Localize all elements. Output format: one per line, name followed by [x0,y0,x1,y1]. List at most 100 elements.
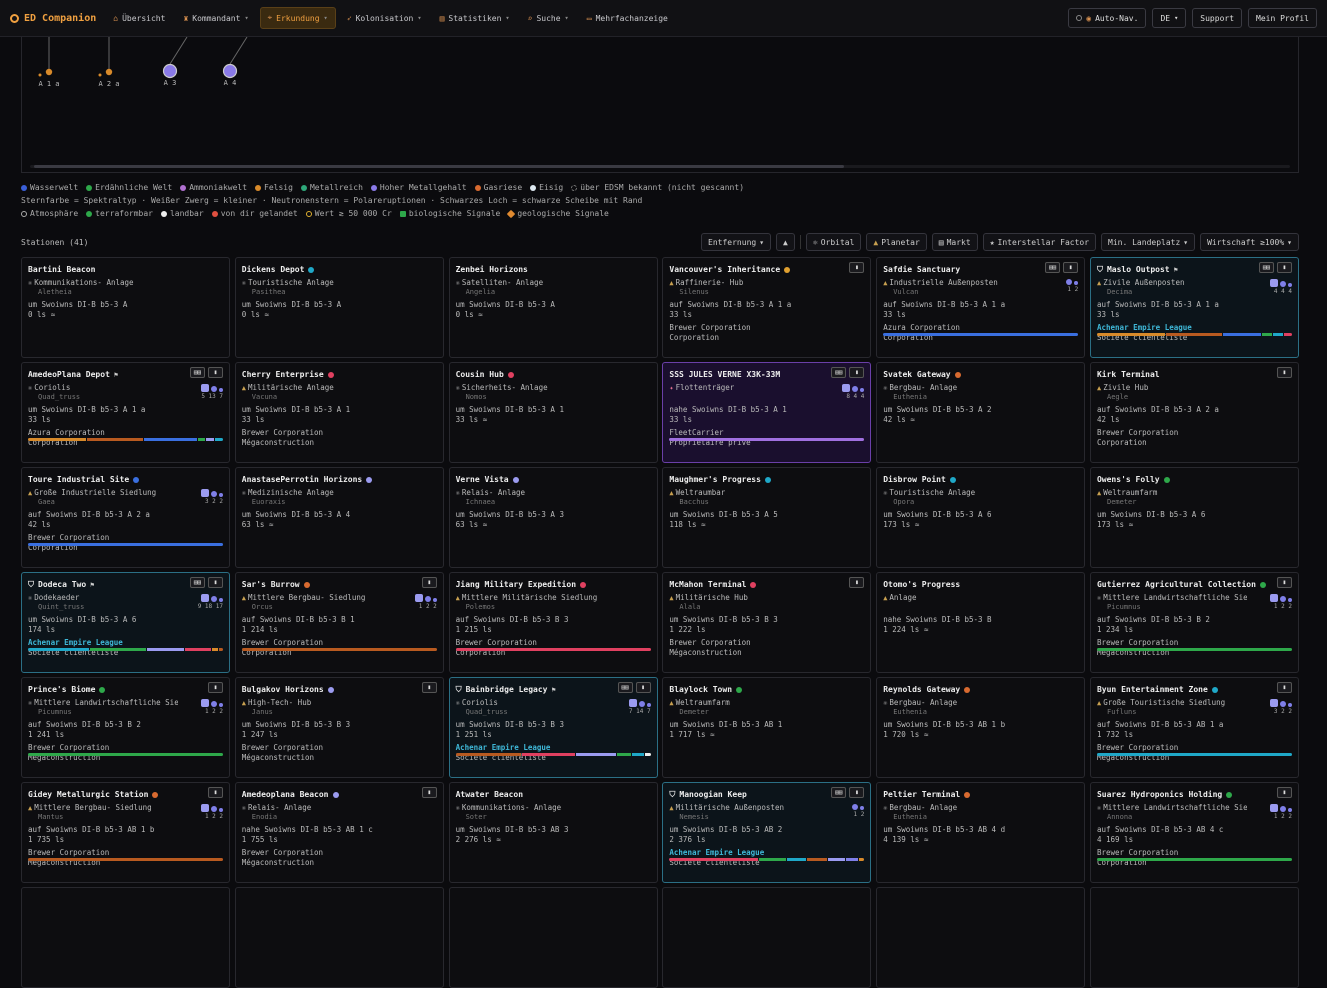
surface-base-icon: ▲ [883,279,888,287]
nav-item-0[interactable]: ⌂ Übersicht [106,7,172,29]
station-card[interactable] [662,887,872,988]
shipyard-badge-icon[interactable]: ▤▤ [190,367,205,378]
profile-button[interactable]: Mein Profil [1248,8,1317,28]
station-card[interactable] [448,887,658,988]
market-badge-icon[interactable]: ▮ [849,367,865,378]
market-badge-icon[interactable]: ▮ [421,787,437,798]
station-card[interactable]: Cherry Enterprise ▲ Militärische Anlage Vac… [234,362,444,463]
market-badge-icon[interactable]: ▮ [208,682,223,693]
shipyard-badge-icon[interactable]: ▤▤ [831,787,847,798]
nav-item-6[interactable]: ▭ Mehrfachanzeige [580,7,675,29]
station-card[interactable]: Owens's Folly ▲ Weltraumfarm Demeter um Swoi… [1089,467,1299,568]
filter-orbital[interactable]: ⚛ Orbital [805,233,862,251]
station-card[interactable]: Verne Vista ⚛ Relais- Anlage Ichnaea um Swoi… [448,467,658,568]
station-card[interactable]: Reynolds Gateway ⚛ Bergbau- Anlage Euthenia… [876,677,1086,778]
map-scrollbar[interactable] [30,165,1290,168]
station-card[interactable]: Disbrow Point ⚛ Touristische Anlage Opora um… [876,467,1086,568]
shipyard-badge-icon[interactable]: ▤▤ [190,577,205,588]
planet-body-0[interactable] [45,68,53,76]
market-badge-icon[interactable]: ▮ [1276,682,1292,693]
station-card[interactable] [1089,887,1299,988]
station-card[interactable]: Svatek Gateway ⚛ Bergbau- Anlage Euthenia um… [876,362,1086,463]
station-card[interactable]: Gidey Metallurgic Station ▲ Mittlere Bergb… [21,782,230,883]
market-badge-icon[interactable]: ▮ [1276,262,1292,273]
autonav-toggle[interactable]: ◉ Auto-Nav. [1068,8,1147,28]
station-card[interactable] [234,887,444,988]
sort-select[interactable]: Entfernung ▾ [701,233,772,251]
station-card[interactable]: AnastasePerrotin Horizons ⚛ Medizinische A… [234,467,444,568]
station-card[interactable]: Gutierrez Agricultural Collection ⚛ Mittle… [1089,572,1299,673]
station-card[interactable]: ⛉ Maslo Outpost ⚑ ▲ Zivile Außenposten Decima… [1089,257,1299,358]
market-badge-icon[interactable]: ▮ [849,787,865,798]
economy-dot-icon [327,686,334,693]
market-badge-icon[interactable]: ▮ [421,577,437,588]
nav-item-1[interactable]: ♜ Kommandant ▾ [176,7,255,29]
market-badge-icon[interactable]: ▮ [421,682,437,693]
market-badge-icon[interactable]: ▮ [1276,787,1292,798]
market-badge-icon[interactable]: ▮ [1063,262,1079,273]
system-map[interactable]: A 1 a A 2 a A 3 A 4 [21,37,1299,173]
market-badge-icon[interactable]: ▮ [208,577,223,588]
filter-markt[interactable]: ▤ Markt [931,233,978,251]
station-card[interactable]: Cousin Hub ⚛ Sicherheits- Anlage Nomos um Sw… [448,362,658,463]
station-card[interactable]: Peltier Terminal ⚛ Bergbau- Anlage Euthenia… [876,782,1086,883]
station-card[interactable]: Kirk Terminal ▲ Zivile Hub Aegle auf Swoiwns… [1089,362,1299,463]
station-name: Gutierrez Agricultural Collection [1096,580,1256,589]
market-badge-icon[interactable]: ▮ [1276,577,1292,588]
station-card[interactable]: McMahon Terminal ▲ Militärische Hub Alala um… [662,572,872,673]
station-card[interactable]: ⛉ Dodeca Two ⚑ ⚛ Dodekaeder Quint_truss um Swo… [21,572,230,673]
station-card[interactable]: AmedeoPlana Depot ⚑ ⚛ Coriolis Quad_truss um … [21,362,230,463]
filter-interstellar[interactable]: ★ Interstellar Factor [982,233,1097,251]
nav-item-4[interactable]: ▥ Statistiken ▾ [433,7,517,29]
station-card[interactable]: Jiang Military Expedition ▲ Mittlere Milit… [448,572,658,673]
station-card[interactable]: ⛉ Manoogian Keep ▲ Militärische Außenposten… [662,782,872,883]
market-badge-icon[interactable]: ▮ [635,682,651,693]
planet-body-2[interactable] [162,63,178,79]
economy-dot-icon [512,476,519,483]
station-card[interactable]: Otomo's Progress ▲ Anlage nahe Swoiwns DI-B… [876,572,1086,673]
station-card[interactable]: Maughmer's Progress ▲ Weltraumbar Bacchus um… [662,467,872,568]
station-card[interactable]: Bulgakov Horizons ▲ High-Tech- Hub Janus um … [234,677,444,778]
station-card[interactable]: Dickens Depot ⚛ Touristische Anlage Pasithe… [234,257,444,358]
nav-item-3[interactable]: ➶ Kolonisation ▾ [340,7,429,29]
station-card[interactable]: Suarez Hydroponics Holding ⚛ Mittlere Land… [1089,782,1299,883]
planet-body-1[interactable] [105,68,113,76]
market-badge-icon[interactable]: ▮ [849,577,865,588]
station-card[interactable] [21,887,230,988]
nav-item-2[interactable]: ⌖ Erkundung ▾ [259,7,336,29]
nav-item-5[interactable]: ⌕ Suche ▾ [521,7,576,29]
station-card[interactable]: Prince's Biome ⚛ Mittlere Landwirtschaftli… [21,677,230,778]
market-badge-icon[interactable]: ▮ [849,262,865,273]
economy-select[interactable]: Wirtschaft ≥100% ▾ [1200,233,1299,251]
station-card[interactable]: Bartini Beacon ⚛ Kommunikations- Anlage Ale… [21,257,230,358]
filter-planetar[interactable]: ▲ Planetar [866,233,927,251]
chevron-down-icon: ▾ [323,14,328,22]
station-card[interactable]: ⛉ Bainbridge Legacy ⚑ ⚛ Coriolis Quad_truss um… [448,677,658,778]
station-card[interactable] [876,887,1086,988]
station-card[interactable]: Zenbei Horizons ⚛ Satelliten- Anlage Angeli… [448,257,658,358]
market-badge-icon[interactable]: ▮ [208,787,223,798]
market-badge-icon[interactable]: ▮ [208,367,223,378]
station-card[interactable]: Vancouver's Inheritance ▲ Raffinerie- Hub S… [662,257,872,358]
planet-body-3[interactable] [222,63,238,79]
app-logo[interactable]: ED Companion [10,13,96,24]
station-card[interactable]: Toure Industrial Site ▲ Große Industrielle… [21,467,230,568]
shipyard-badge-icon[interactable]: ▤▤ [1258,262,1274,273]
market-badge-icon[interactable]: ▮ [1276,367,1292,378]
landing-pad-select[interactable]: Min. Landeplatz ▾ [1101,233,1196,251]
language-select[interactable]: DE ▾ [1152,8,1187,28]
station-card[interactable]: Safdie Sanctuary ▲ Industrielle Außenposte… [876,257,1086,358]
support-button[interactable]: Support [1192,8,1243,28]
sort-direction-button[interactable]: ▲ [776,233,795,251]
station-card[interactable]: Blaylock Town ▲ Weltraumfarm Demeter um Swoi… [662,677,872,778]
station-type-row: ▲ Weltraumfarm [669,698,819,708]
station-card[interactable]: Atwater Beacon ⚛ Kommunikations- Anlage Sot… [448,782,658,883]
station-card[interactable]: Sar's Burrow ▲ Mittlere Bergbau- Siedlung O… [234,572,444,673]
station-card[interactable]: Byun Entertainment Zone ▲ Große Touristisc… [1089,677,1299,778]
station-card[interactable]: SSS JULES VERNE X3K-33M ✦ Flottenträger nah… [662,362,872,463]
shipyard-badge-icon[interactable]: ▤▤ [617,682,633,693]
shipyard-badge-icon[interactable]: ▤▤ [1045,262,1061,273]
station-card[interactable]: Amedeoplana Beacon ⚛ Relais- Anlage Enodia n… [234,782,444,883]
shipyard-badge-icon[interactable]: ▤▤ [831,367,847,378]
map-scrollbar-thumb[interactable] [34,165,844,168]
